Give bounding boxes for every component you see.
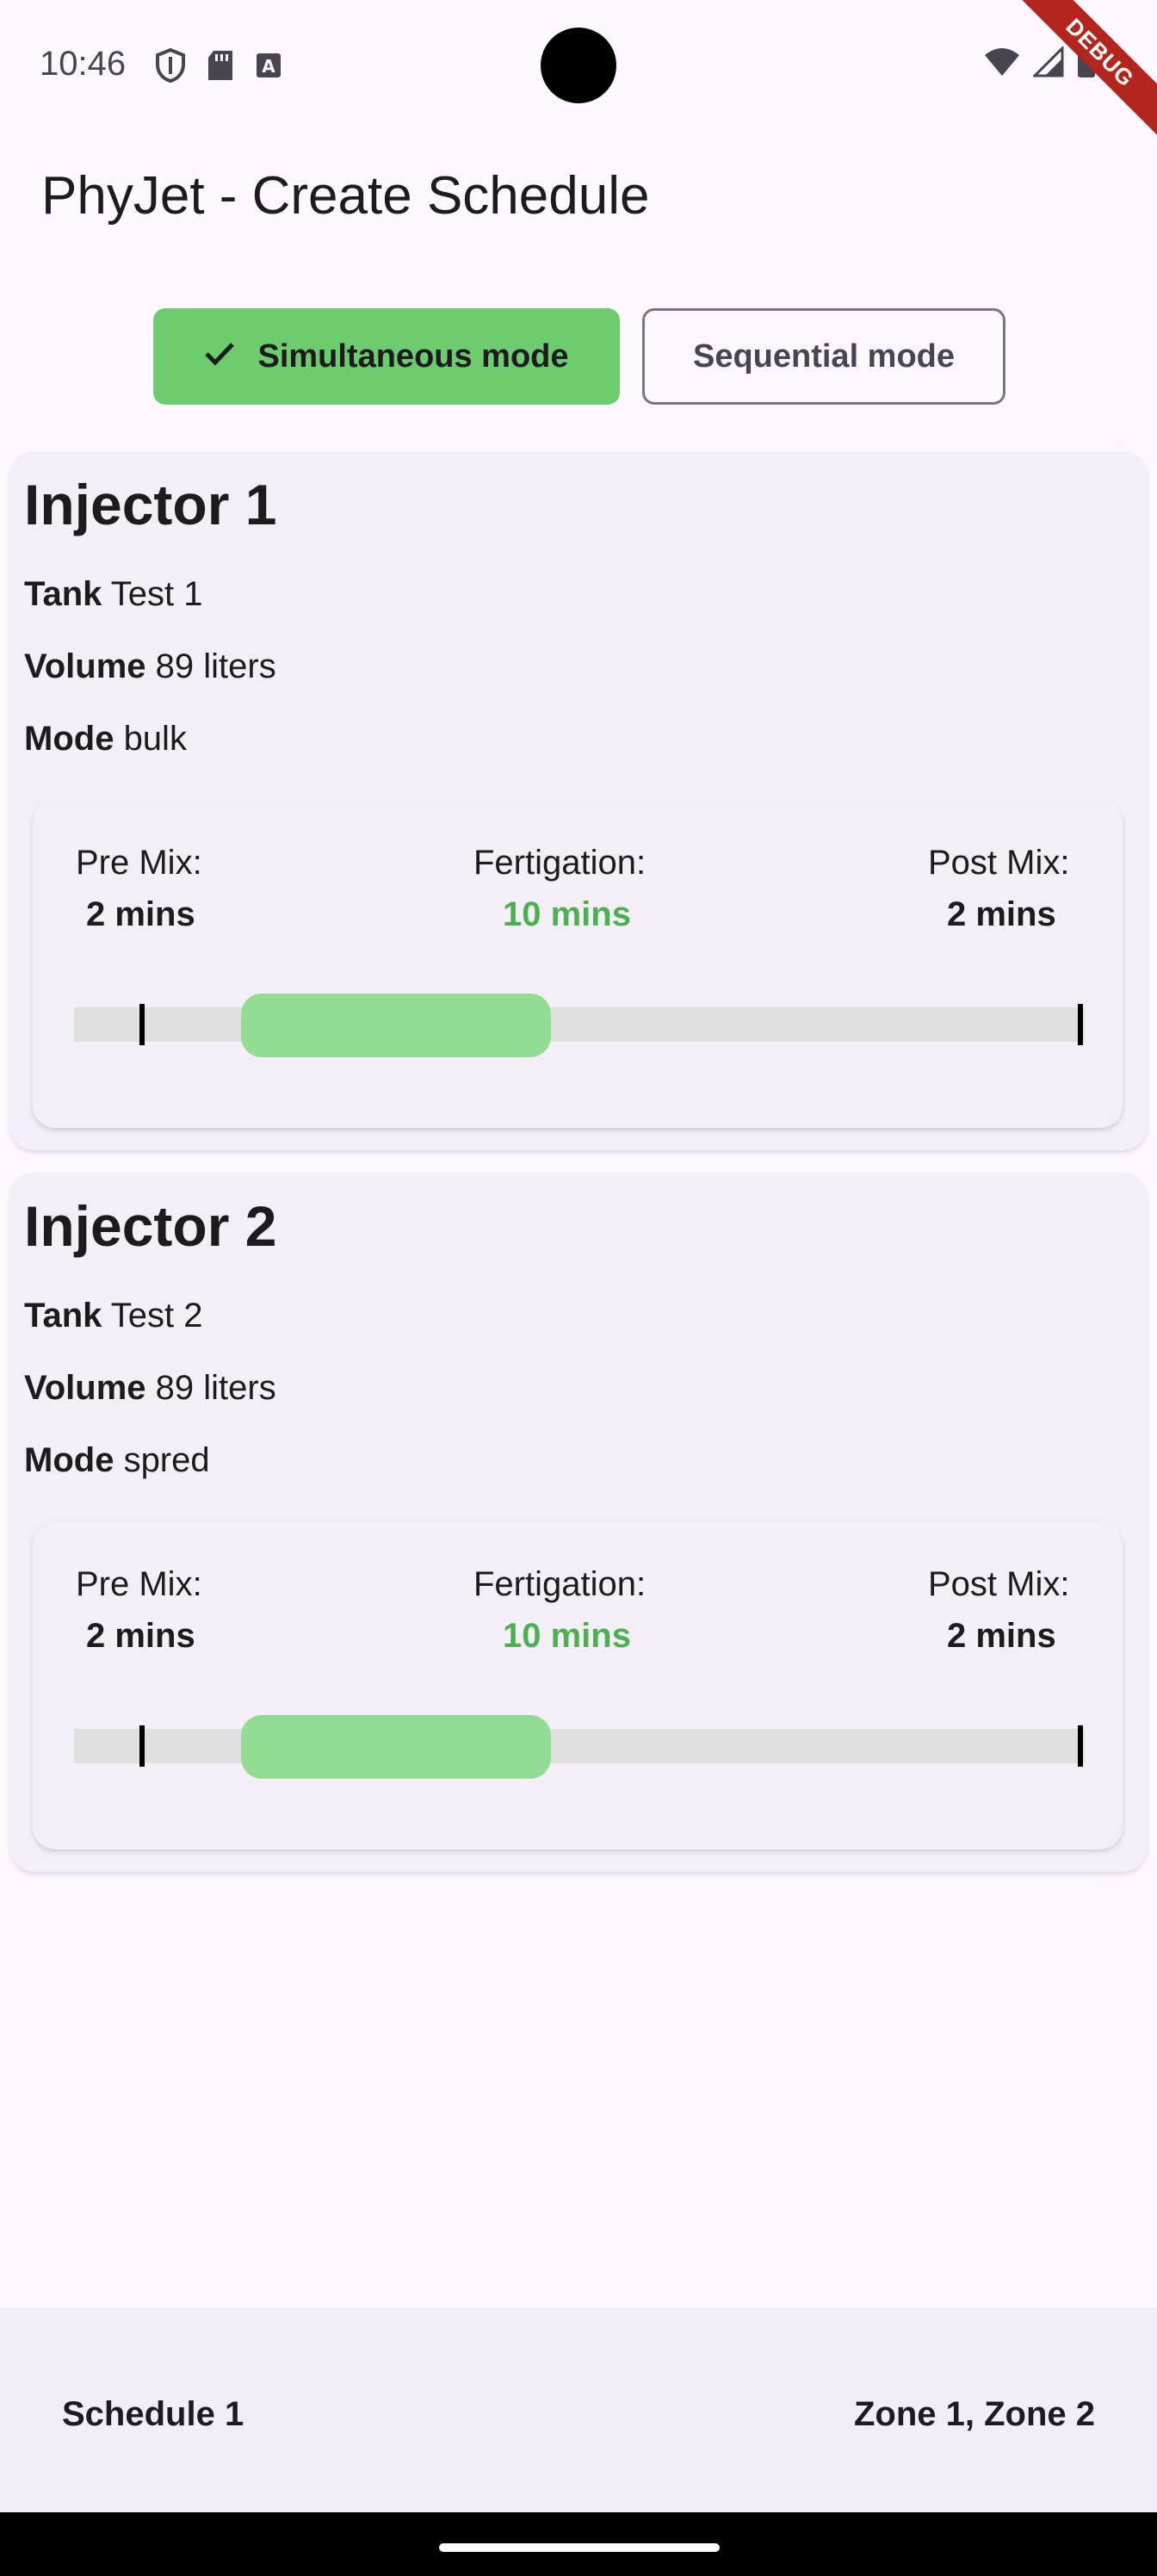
wifi-icon (983, 46, 1021, 82)
mode-label: Mode (24, 720, 114, 758)
timeline-track (74, 1729, 1085, 1763)
post-mix-label: Post Mix: (928, 844, 1070, 882)
status-time: 10:46 (40, 45, 127, 83)
timeline-start-tick (139, 1004, 145, 1045)
post-mix-value: 2 mins (947, 1617, 1056, 1655)
mode-value: bulk (123, 720, 187, 758)
fertigation-label: Fertigation: (473, 844, 647, 882)
injector-card[interactable]: Injector 2 Tank Test 2 Volume 89 liters … (10, 1173, 1147, 1872)
timing-card: Pre Mix: 2 mins Fertigation: 10 mins Pos… (33, 1522, 1123, 1849)
status-icons-left: A (155, 47, 282, 87)
volume-row: Volume 89 liters (24, 647, 276, 686)
fertigation-value: 10 mins (503, 895, 631, 933)
zones-summary[interactable]: Zone 1, Zone 2 (854, 2395, 1095, 2434)
injector-title: Injector 2 (24, 1194, 277, 1258)
camera-cutout (541, 28, 616, 103)
tank-label: Tank (24, 1297, 102, 1334)
mode-label: Mode (24, 1441, 114, 1479)
fertigation-value: 10 mins (503, 1617, 631, 1655)
tank-row: Tank Test 2 (24, 1297, 203, 1335)
tank-value: Test 1 (110, 575, 203, 613)
timeline-track (74, 1007, 1085, 1042)
tank-label: Tank (24, 575, 102, 613)
pre-mix-value: 2 mins (86, 895, 195, 933)
simultaneous-mode-button[interactable]: Simultaneous mode (153, 308, 620, 405)
mode-row: Mode spred (24, 1441, 210, 1480)
timeline-start-tick (139, 1725, 145, 1767)
text-a-icon: A (255, 52, 282, 84)
volume-value: 89 liters (155, 1369, 276, 1407)
check-icon (204, 338, 235, 375)
status-bar: 10:46 A DEBUG (0, 0, 1157, 145)
system-navigation-bar (0, 2512, 1157, 2576)
simultaneous-mode-label: Simultaneous mode (257, 337, 569, 375)
sequential-mode-button[interactable]: Sequential mode (642, 308, 1005, 405)
fertigation-range-handle[interactable] (241, 1715, 551, 1779)
sequential-mode-label: Sequential mode (692, 337, 956, 375)
pre-mix-value: 2 mins (86, 1617, 195, 1655)
tank-row: Tank Test 1 (24, 575, 203, 614)
cellular-signal-icon (1031, 45, 1064, 82)
timing-card: Pre Mix: 2 mins Fertigation: 10 mins Pos… (33, 801, 1123, 1128)
injector-card[interactable]: Injector 1 Tank Test 1 Volume 89 liters … (10, 451, 1147, 1150)
mode-toggle: Simultaneous mode Sequential mode (153, 308, 1005, 405)
fertigation-label: Fertigation: (473, 1565, 647, 1603)
timeline-end-tick (1078, 1004, 1083, 1045)
pre-mix-label: Pre Mix: (76, 1565, 202, 1603)
svg-text:A: A (262, 56, 275, 77)
bottom-summary-bar: Schedule 1 Zone 1, Zone 2 (0, 2307, 1157, 2512)
fertigation-range-handle[interactable] (241, 994, 551, 1057)
tank-value: Test 2 (110, 1297, 203, 1334)
mode-row: Mode bulk (24, 720, 187, 759)
volume-label: Volume (24, 647, 146, 685)
shield-icon (155, 47, 186, 87)
sd-card-icon (207, 49, 234, 86)
pre-mix-label: Pre Mix: (76, 844, 202, 882)
injector-title: Injector 1 (24, 473, 277, 536)
timeline-end-tick (1078, 1725, 1083, 1767)
schedule-name[interactable]: Schedule 1 (62, 2395, 244, 2434)
volume-row: Volume 89 liters (24, 1369, 276, 1408)
volume-value: 89 liters (155, 647, 276, 685)
mode-value: spred (123, 1441, 210, 1479)
post-mix-label: Post Mix: (928, 1565, 1070, 1603)
home-indicator[interactable] (439, 2543, 720, 2552)
volume-label: Volume (24, 1369, 146, 1407)
page-title: PhyJet - Create Schedule (41, 166, 650, 226)
post-mix-value: 2 mins (947, 895, 1056, 933)
